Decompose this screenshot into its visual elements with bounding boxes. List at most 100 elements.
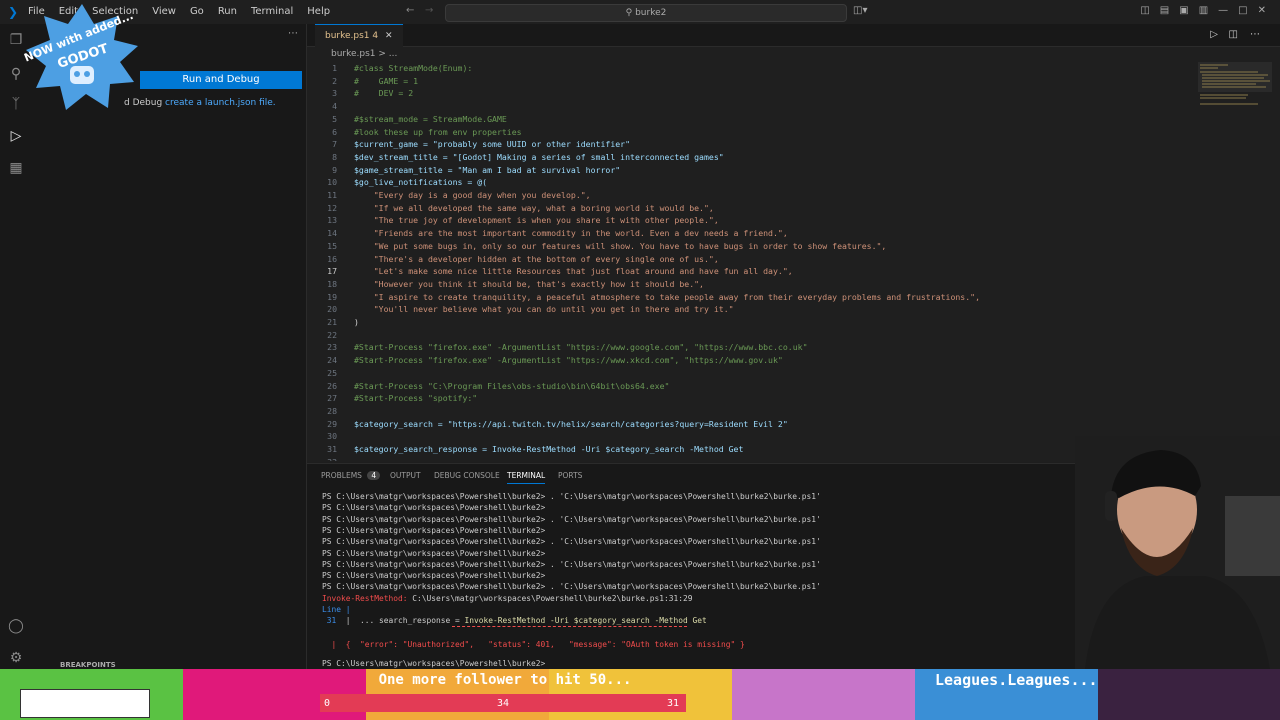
- editor-tabs: burke.ps1 4 ✕ ▷ ◫ ⋯: [307, 24, 1280, 47]
- toggle-secondary-icon[interactable]: ▥: [1199, 5, 1208, 16]
- tab-terminal[interactable]: TERMINAL: [507, 471, 546, 484]
- create-launch-json-link[interactable]: create a launch.json file.: [165, 98, 276, 108]
- run-and-debug-button[interactable]: Run and Debug: [140, 71, 302, 89]
- code-line: #class StreamMode(Enum):: [354, 63, 473, 73]
- run-file-icon[interactable]: ▷: [1210, 29, 1218, 40]
- code-line: "I aspire to create tranquility, a peace…: [354, 291, 981, 302]
- code-line: "We put some bugs in, only so our featur…: [354, 240, 887, 251]
- terminal-line: PS C:\Users\matgr\workspaces\Powershell\…: [322, 571, 546, 581]
- command-center-search[interactable]: ⚲ burke2: [445, 4, 847, 22]
- debug-help-text: d Debug create a launch.json file.: [124, 98, 276, 108]
- problems-count-badge: 4: [367, 471, 381, 480]
- editor-more-icon[interactable]: ⋯: [1250, 29, 1260, 40]
- toggle-panel-icon[interactable]: ▣: [1179, 5, 1188, 16]
- code-line: "The true joy of development is when you…: [354, 215, 719, 226]
- line-number: 2: [332, 75, 337, 86]
- search-icon: ⚲: [625, 8, 636, 18]
- line-number: 24: [327, 355, 337, 366]
- line-number: 21: [327, 317, 337, 327]
- error-underline: [452, 625, 687, 627]
- terminal-line: PS C:\Users\matgr\workspaces\Powershell\…: [322, 514, 821, 524]
- code-line: # DEV = 2: [354, 88, 414, 99]
- menu-view[interactable]: View: [152, 6, 176, 17]
- problems-label: PROBLEMS: [321, 471, 362, 480]
- line-number: 18: [327, 278, 337, 289]
- settings-gear-icon[interactable]: ⚙: [8, 650, 24, 666]
- streamer-webcam-image: [1075, 436, 1280, 669]
- goal-min-label: 0: [324, 698, 331, 709]
- terminal-line: PS C:\Users\matgr\workspaces\Powershell\…: [322, 582, 821, 592]
- toggle-sidebar-icon[interactable]: ▤: [1160, 5, 1169, 16]
- terminal-line: PS C:\Users\matgr\workspaces\Powershell\…: [322, 548, 546, 558]
- tab-label: burke.ps1: [325, 31, 370, 41]
- code-line: $category_search_response = Invoke-RestM…: [354, 444, 744, 454]
- follower-goal-title: One more follower to hit 50...: [378, 672, 632, 688]
- breadcrumb[interactable]: burke.ps1 > ...: [307, 47, 1280, 61]
- stripe-purple: [732, 669, 915, 720]
- line-number: 14: [327, 228, 337, 239]
- minimap[interactable]: [1198, 62, 1272, 112]
- error-prefix: Invoke-RestMethod:: [322, 593, 408, 603]
- breakpoints-header[interactable]: BREAKPOINTS: [60, 661, 116, 669]
- line-number: 26: [327, 380, 337, 391]
- line-number: 8: [332, 151, 337, 162]
- tab-output[interactable]: OUTPUT: [390, 471, 421, 480]
- terminal-error-header: Invoke-RestMethod: C:\Users\matgr\worksp…: [322, 594, 693, 603]
- code-line: $current_game = "probably some UUID or o…: [354, 139, 631, 150]
- line-number: 6: [332, 126, 337, 137]
- code-editor[interactable]: 1 #class StreamMode(Enum): 2 # GAME = 1 3 # D…: [307, 61, 1187, 461]
- goal-current-label: 34: [497, 698, 510, 709]
- godot-badge-overlay: NOW with added... GODOT: [22, 2, 142, 112]
- menu-run[interactable]: Run: [218, 6, 237, 17]
- terminal-prompt[interactable]: PS C:\Users\matgr\workspaces\Powershell\…: [322, 659, 550, 668]
- copilot-icon[interactable]: ◫▾: [853, 5, 867, 16]
- vscode-logo-icon: ❯: [8, 5, 19, 19]
- run-debug-icon[interactable]: ▷: [8, 128, 24, 144]
- line-number: 1: [332, 63, 337, 73]
- maximize-icon[interactable]: □: [1238, 5, 1247, 16]
- line-number: 25: [327, 367, 337, 378]
- tab-problem-count: 4: [372, 31, 379, 41]
- code-line: #Start-Process "C:\Program Files\obs-stu…: [354, 380, 670, 391]
- window-controls: ◫ ▤ ▣ ▥ — □ ✕: [1140, 5, 1266, 16]
- line-number: 13: [327, 215, 337, 226]
- tab-debug-console[interactable]: DEBUG CONSOLE: [434, 471, 500, 480]
- split-editor-icon[interactable]: ◫: [1229, 29, 1238, 40]
- scrolling-ticker-text: Leagues.Leagues...: [935, 671, 1098, 689]
- code-line: $game_stream_title = "Man am I bad at su…: [354, 164, 621, 175]
- nav-back-icon[interactable]: ←: [406, 5, 414, 16]
- code-line: "However you think it should be, that's …: [354, 278, 704, 289]
- menu-go[interactable]: Go: [190, 6, 204, 17]
- line-number: 20: [327, 304, 337, 315]
- extensions-icon[interactable]: ▦: [8, 160, 24, 176]
- code-line: $dev_stream_title = "[Godot] Making a se…: [354, 151, 724, 162]
- code-line: "Every day is a good day when you develo…: [354, 190, 591, 200]
- run-debug-sidebar: ⋯ Run and Debug d Debug create a launch.…: [32, 24, 307, 669]
- code-line: # GAME = 1: [354, 75, 419, 86]
- code-line: "Let's make some nice little Resources t…: [354, 266, 793, 277]
- line-number: 29: [327, 418, 337, 429]
- error-code-plain: | ... search_response =: [336, 616, 465, 626]
- menu-terminal[interactable]: Terminal: [251, 6, 293, 17]
- menu-help[interactable]: Help: [307, 6, 330, 17]
- terminal-line: PS C:\Users\matgr\workspaces\Powershell\…: [322, 537, 821, 547]
- line-number: 11: [327, 190, 337, 200]
- line-number: 22: [327, 329, 337, 340]
- error-line-label: Line |: [322, 605, 351, 614]
- close-icon[interactable]: ✕: [1258, 5, 1266, 16]
- nav-forward-icon[interactable]: →: [425, 5, 433, 16]
- code-line: #$stream_mode = StreamMode.GAME: [354, 113, 507, 124]
- sidebar-more-icon[interactable]: ⋯: [288, 28, 298, 39]
- layout-icon[interactable]: ◫: [1140, 5, 1149, 16]
- tab-ports[interactable]: PORTS: [558, 471, 582, 480]
- code-line: "There's a developer hidden at the botto…: [354, 253, 719, 264]
- code-line: $go_live_notifications = @(: [354, 177, 488, 188]
- goal-max-label: 31: [667, 698, 680, 709]
- tab-problems[interactable]: PROBLEMS 4: [321, 471, 381, 480]
- minimize-icon[interactable]: —: [1218, 5, 1228, 16]
- tab-burke-ps1[interactable]: burke.ps1 4 ✕: [315, 24, 403, 47]
- tab-close-icon[interactable]: ✕: [385, 31, 393, 41]
- line-number: 12: [327, 202, 337, 213]
- search-label: burke2: [635, 8, 667, 18]
- account-icon[interactable]: ◯: [8, 618, 24, 634]
